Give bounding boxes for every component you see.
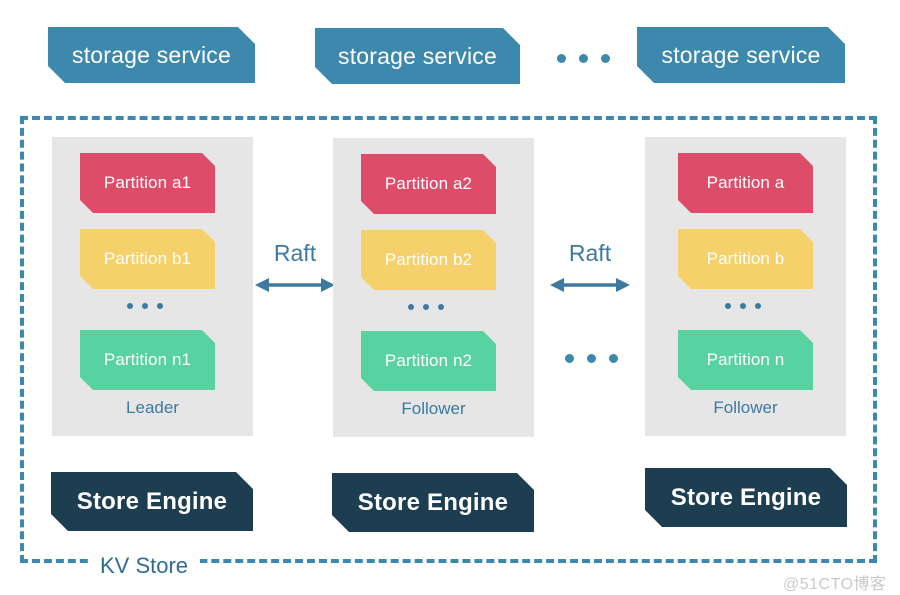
partition-ellipsis-1	[127, 303, 163, 309]
partition-ellipsis-3	[725, 303, 761, 309]
node-panel-2: Partition a2 Partition b2 Partition n2 F…	[333, 138, 534, 437]
raft-arrow-1	[255, 278, 335, 292]
partition-box-n3[interactable]: Partition n	[678, 330, 813, 390]
storage-service-label-2: storage service	[338, 42, 497, 69]
partition-box-b3[interactable]: Partition b	[678, 229, 813, 289]
partition-box-n2[interactable]: Partition n2	[361, 331, 496, 391]
partition-label-b1: Partition b1	[103, 249, 192, 268]
ellipsis-dot	[565, 354, 574, 363]
partition-box-a2[interactable]: Partition a2	[361, 154, 496, 214]
raft-label-2: Raft	[568, 240, 612, 266]
ellipsis-dot	[438, 304, 444, 310]
storage-service-ellipsis	[557, 54, 610, 63]
storage-service-label-3: storage service	[661, 41, 821, 68]
partition-label-n2: Partition n2	[384, 351, 473, 370]
store-engine-box-2[interactable]: Store Engine	[332, 473, 534, 532]
partition-box-b1[interactable]: Partition b1	[80, 229, 215, 289]
diagram-canvas: KV Store storage service storage service…	[0, 0, 900, 595]
ellipsis-dot	[755, 303, 761, 309]
store-engine-box-1[interactable]: Store Engine	[51, 472, 253, 531]
ellipsis-dot	[423, 304, 429, 310]
store-engine-label-1: Store Engine	[76, 487, 228, 515]
partition-label-a2: Partition a2	[384, 174, 473, 193]
storage-service-badge-3[interactable]: storage service	[637, 27, 845, 83]
storage-service-badge-1[interactable]: storage service	[48, 27, 255, 83]
ellipsis-dot	[740, 303, 746, 309]
partition-label-b3: Partition b	[706, 249, 785, 268]
store-engine-label-2: Store Engine	[357, 488, 509, 516]
watermark: @51CTO博客	[783, 576, 887, 593]
partition-ellipsis-2	[408, 304, 444, 310]
ellipsis-dot	[601, 54, 610, 63]
ellipsis-dot	[127, 303, 133, 309]
ellipsis-dot	[579, 54, 588, 63]
kv-store-label: KV Store	[88, 553, 201, 579]
storage-service-badge-2[interactable]: storage service	[315, 28, 520, 84]
ellipsis-dot	[157, 303, 163, 309]
ellipsis-dot	[142, 303, 148, 309]
partition-box-b2[interactable]: Partition b2	[361, 230, 496, 290]
partition-box-a1[interactable]: Partition a1	[80, 153, 215, 213]
node-role-label-3: Follower	[713, 398, 778, 417]
node-role-label-1: Leader	[126, 398, 179, 417]
partition-label-a3: Partition a	[706, 173, 785, 192]
node-ellipsis	[565, 354, 618, 363]
store-engine-label-3: Store Engine	[670, 483, 822, 511]
partition-box-a3[interactable]: Partition a	[678, 153, 813, 213]
partition-box-n1[interactable]: Partition n1	[80, 330, 215, 390]
ellipsis-dot	[609, 354, 618, 363]
ellipsis-dot	[408, 304, 414, 310]
ellipsis-dot	[587, 354, 596, 363]
ellipsis-dot	[725, 303, 731, 309]
partition-label-n1: Partition n1	[103, 350, 192, 369]
ellipsis-dot	[557, 54, 566, 63]
partition-label-b2: Partition b2	[384, 250, 473, 269]
partition-label-a1: Partition a1	[103, 173, 192, 192]
node-role-label-2: Follower	[401, 399, 466, 418]
node-panel-3: Partition a Partition b Partition n Foll…	[645, 137, 846, 436]
raft-label-1: Raft	[273, 240, 317, 266]
storage-service-label-1: storage service	[72, 41, 231, 68]
node-panel-1: Partition a1 Partition b1 Partition n1 L…	[52, 137, 253, 436]
raft-arrow-2	[550, 278, 630, 292]
partition-label-n3: Partition n	[706, 350, 785, 369]
store-engine-box-3[interactable]: Store Engine	[645, 468, 847, 527]
